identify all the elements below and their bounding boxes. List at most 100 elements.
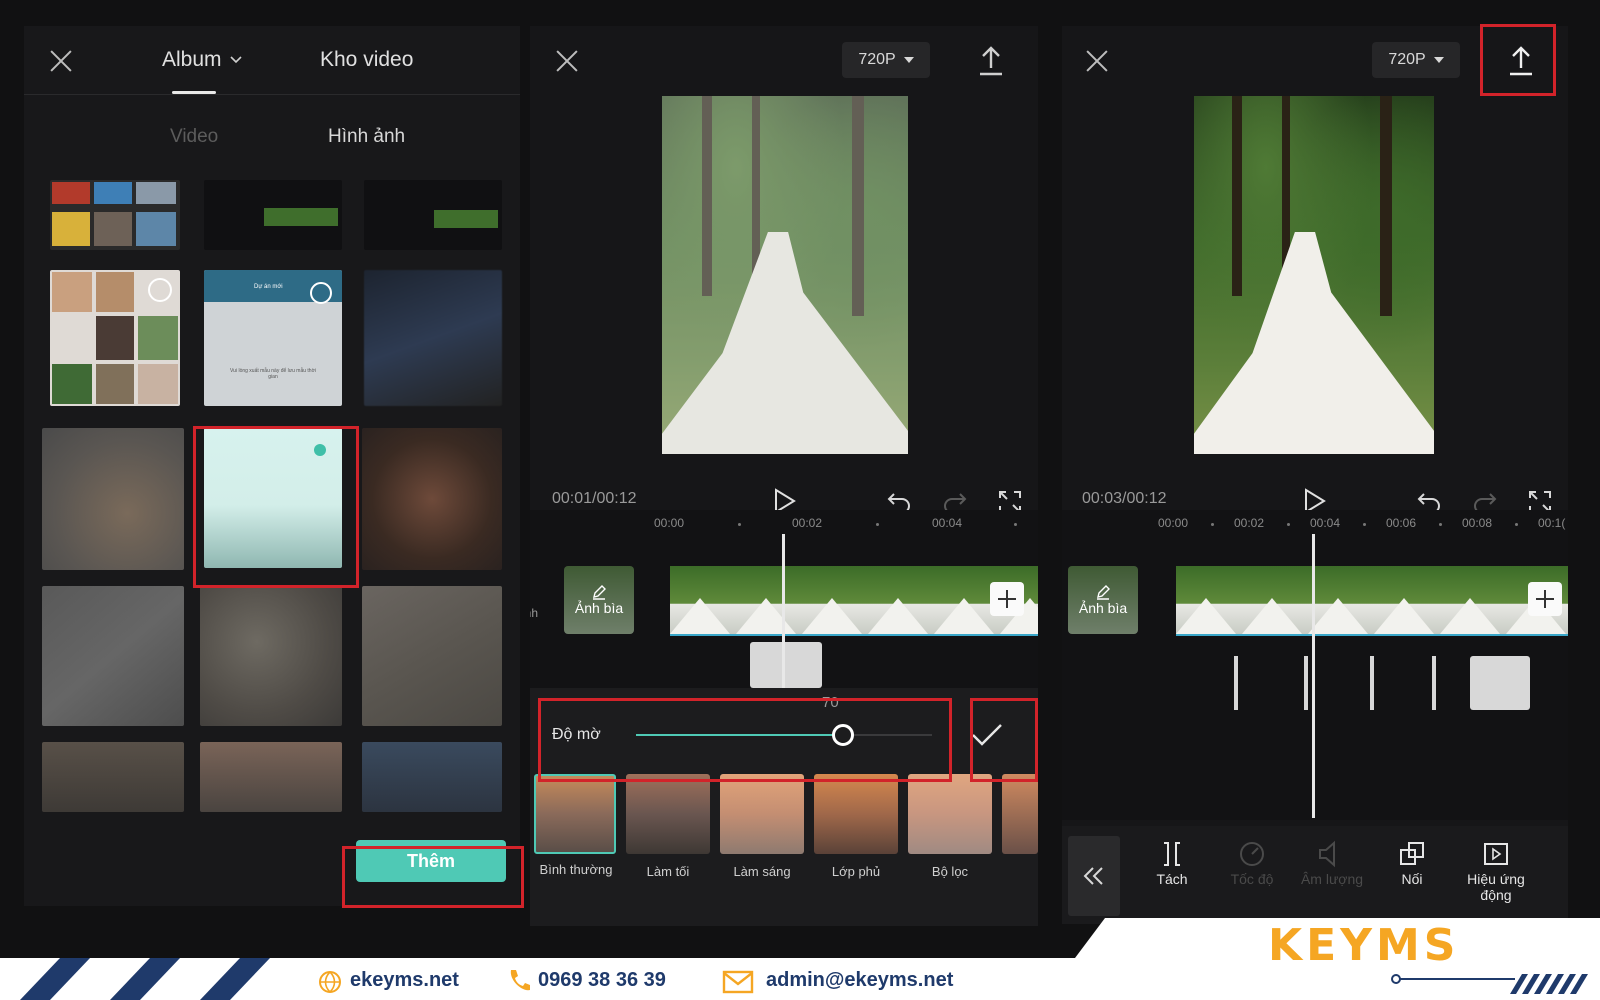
keyframe-bar[interactable] bbox=[1304, 656, 1308, 710]
cover-label: Ảnh bìa bbox=[1078, 600, 1128, 616]
video-clip-strip[interactable] bbox=[1176, 566, 1568, 634]
ruler-tick: 00:00 bbox=[654, 516, 685, 530]
media-thumb[interactable] bbox=[42, 586, 184, 726]
cover-image-button[interactable]: Ảnh bìa bbox=[564, 566, 634, 634]
media-thumb[interactable] bbox=[362, 428, 502, 570]
media-thumb[interactable] bbox=[50, 180, 180, 250]
media-thumb[interactable] bbox=[200, 586, 342, 726]
media-thumb[interactable] bbox=[50, 270, 180, 406]
tab-kho-video[interactable]: Kho video bbox=[320, 48, 413, 72]
pencil-icon bbox=[1097, 585, 1110, 600]
select-circle[interactable] bbox=[148, 278, 172, 302]
ruler-dot bbox=[1439, 523, 1442, 526]
playhead[interactable] bbox=[782, 534, 785, 688]
tool-join-label: Nối bbox=[1401, 871, 1423, 887]
brand-logo: KEYMS bbox=[1268, 920, 1480, 976]
export-upload-icon[interactable] bbox=[1506, 44, 1536, 78]
export-upload-icon[interactable] bbox=[976, 44, 1006, 78]
blend-thumb-overlay[interactable] bbox=[814, 774, 898, 854]
blend-thumb-lighten[interactable] bbox=[720, 774, 804, 854]
blend-label-darken: Làm tối bbox=[646, 864, 690, 879]
cut-label: ảnh bbox=[530, 606, 539, 620]
cover-image-button[interactable]: Ảnh bìa bbox=[1068, 566, 1138, 634]
resolution-dropdown[interactable]: 720P bbox=[842, 42, 930, 78]
media-thumb[interactable] bbox=[362, 742, 502, 812]
keyframe-bar[interactable] bbox=[1234, 656, 1238, 710]
subtab-hinh-anh[interactable]: Hình ảnh bbox=[328, 126, 405, 148]
keyframe-bar[interactable] bbox=[1370, 656, 1374, 710]
resolution-dropdown[interactable]: 720P bbox=[1372, 42, 1460, 78]
subtab-video[interactable]: Video bbox=[170, 126, 218, 148]
keyframe-bar[interactable] bbox=[1432, 656, 1436, 710]
mini-text: Dự án mới bbox=[254, 284, 283, 290]
cover-label: Ảnh bìa bbox=[574, 600, 624, 616]
playback-time: 00:01/00:12 bbox=[552, 490, 637, 507]
opacity-overlay bbox=[662, 96, 908, 454]
close-icon[interactable] bbox=[554, 48, 580, 74]
playhead[interactable] bbox=[1312, 534, 1315, 818]
tool-animation-label: Hiệu ứng động bbox=[1467, 871, 1525, 903]
tool-speed-label: Tốc độ bbox=[1230, 871, 1274, 887]
media-thumb[interactable]: Dự án mới Vui lòng xuất mẫu này để lưu m… bbox=[204, 270, 342, 406]
media-thumb[interactable] bbox=[364, 180, 502, 250]
blend-thumb-darken[interactable] bbox=[626, 774, 710, 854]
tool-animation[interactable]: Hiệu ứng động bbox=[1456, 840, 1536, 903]
resolution-label: 720P bbox=[1388, 51, 1426, 68]
media-thumb[interactable] bbox=[362, 586, 502, 726]
blend-thumb-normal[interactable] bbox=[534, 774, 616, 854]
logo-text: KEYMS bbox=[1268, 920, 1460, 971]
footer-email[interactable]: admin@ekeyms.net bbox=[766, 969, 953, 992]
add-clip-button[interactable] bbox=[990, 582, 1024, 616]
tool-join[interactable]: Nối bbox=[1372, 840, 1452, 887]
overlay-clip-handle[interactable] bbox=[750, 642, 822, 688]
close-icon[interactable] bbox=[48, 48, 74, 74]
video-clip-strip[interactable] bbox=[670, 566, 1038, 634]
ruler-dot bbox=[1211, 523, 1214, 526]
redo-icon[interactable] bbox=[942, 490, 968, 512]
media-thumb[interactable] bbox=[204, 180, 342, 250]
tool-speed: Tốc độ bbox=[1212, 840, 1292, 887]
blend-thumb-more[interactable] bbox=[1002, 774, 1038, 854]
add-clip-button[interactable] bbox=[1528, 582, 1562, 616]
blend-label-normal: Bình thường bbox=[539, 862, 613, 877]
media-thumb[interactable] bbox=[42, 742, 184, 812]
add-button[interactable]: Thêm bbox=[356, 840, 506, 882]
blend-mode-list: Bình thường Làm tối Làm sáng Lớp phủ Bộ … bbox=[530, 770, 1038, 900]
globe-icon bbox=[319, 971, 341, 993]
media-thumb[interactable] bbox=[200, 742, 342, 812]
ruler-dot bbox=[1363, 523, 1366, 526]
media-thumb[interactable] bbox=[42, 428, 184, 570]
editor-panel-opacity: 720P 00:01/00:12 00:00 00:02 00:04 ảnh Ả… bbox=[530, 26, 1038, 926]
undo-icon[interactable] bbox=[1416, 490, 1442, 512]
phone-icon bbox=[510, 970, 530, 991]
ruler-tick: 00:06 bbox=[1386, 516, 1417, 530]
overlay-clip-handle[interactable] bbox=[1470, 656, 1530, 710]
footer-website[interactable]: ekeyms.net bbox=[350, 969, 459, 992]
redo-icon[interactable] bbox=[1472, 490, 1498, 512]
opacity-label: Độ mờ bbox=[552, 726, 601, 743]
blend-label-lighten: Làm sáng bbox=[733, 864, 791, 879]
tab-album-label: Album bbox=[162, 48, 222, 71]
caret-down-icon bbox=[1433, 57, 1444, 63]
editor-panel-result: 720P 00:03/00:12 00:00 00:02 00:04 00:06… bbox=[1062, 26, 1568, 924]
undo-icon[interactable] bbox=[886, 490, 912, 512]
selected-dot bbox=[314, 444, 326, 456]
blend-thumb-filter[interactable] bbox=[908, 774, 992, 854]
media-thumb[interactable] bbox=[364, 270, 502, 406]
ruler-tick: 00:04 bbox=[1310, 516, 1341, 530]
select-circle[interactable] bbox=[310, 282, 332, 304]
opacity-slider-fill bbox=[636, 734, 844, 736]
collapse-button[interactable] bbox=[1068, 836, 1120, 916]
close-icon[interactable] bbox=[1084, 48, 1110, 74]
media-picker-panel: Album Kho video Video Hình ảnh Dự án mới… bbox=[24, 26, 520, 906]
logo-key-icon bbox=[1391, 974, 1515, 984]
tab-album[interactable]: Album bbox=[162, 48, 242, 72]
media-thumb-selected[interactable] bbox=[204, 428, 342, 568]
confirm-check-icon[interactable] bbox=[970, 722, 1004, 748]
blend-label-filter: Bộ lọc bbox=[931, 864, 969, 879]
tool-split[interactable]: Tách bbox=[1132, 840, 1212, 887]
ruler-dot bbox=[876, 523, 879, 526]
opacity-value: 70 bbox=[822, 694, 839, 711]
ruler-tick: 00:00 bbox=[1158, 516, 1189, 530]
footer-phone[interactable]: 0969 38 36 39 bbox=[538, 969, 666, 992]
